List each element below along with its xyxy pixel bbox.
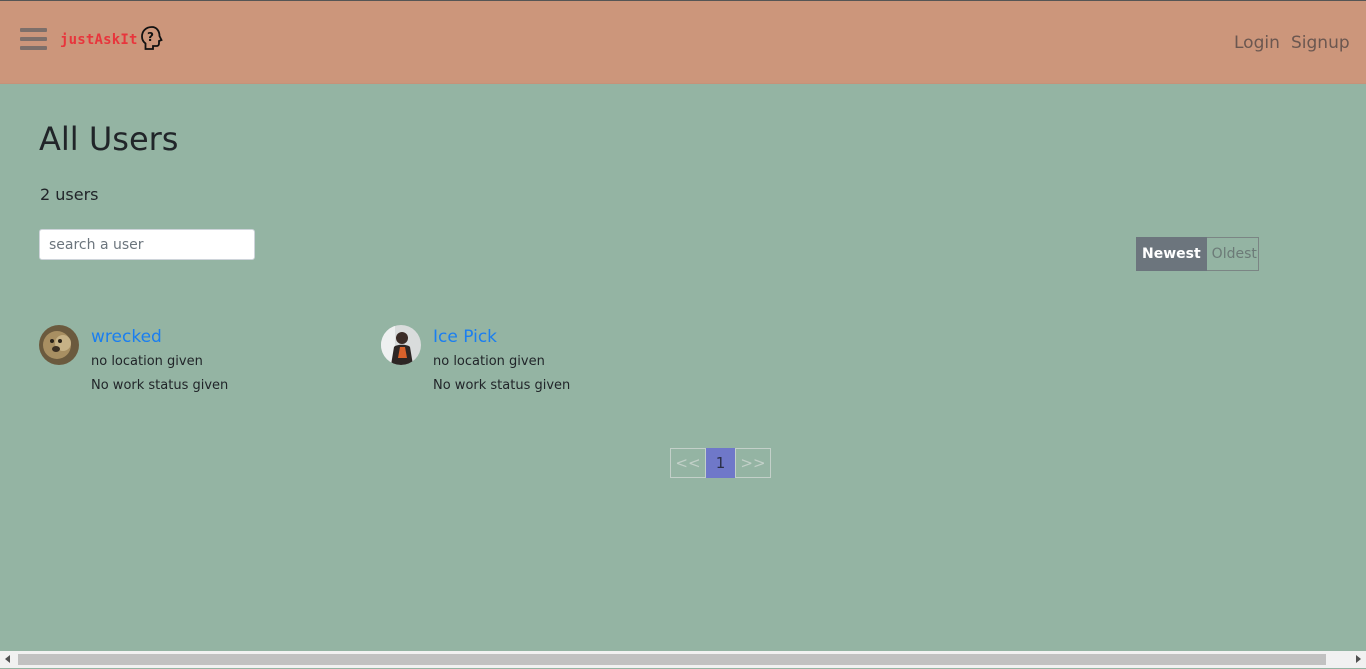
horizontal-scrollbar[interactable]	[0, 651, 1366, 668]
pagination: << 1 >>	[670, 448, 771, 478]
top-navbar: justAskIt ? Login Signup	[0, 0, 1366, 84]
avatar[interactable]	[39, 325, 79, 365]
signup-link[interactable]: Signup	[1291, 33, 1350, 53]
user-name-link[interactable]: Ice Pick	[433, 327, 497, 347]
user-location: no location given	[433, 354, 545, 369]
scroll-left-icon[interactable]	[5, 655, 10, 663]
page-title: All Users	[39, 120, 179, 158]
login-link[interactable]: Login	[1234, 33, 1280, 53]
brand-name: justAskIt	[60, 32, 138, 48]
sort-toggle: Newest Oldest	[1136, 237, 1259, 271]
sort-newest-button[interactable]: Newest	[1136, 237, 1207, 271]
sort-oldest-button[interactable]: Oldest	[1206, 237, 1259, 271]
avatar[interactable]	[381, 325, 421, 365]
prev-page-button[interactable]: <<	[670, 448, 706, 478]
brand-logo[interactable]: justAskIt ?	[60, 26, 164, 51]
user-count: 2 users	[40, 185, 99, 204]
next-page-button[interactable]: >>	[735, 448, 771, 478]
user-name-link[interactable]: wrecked	[91, 327, 162, 347]
user-location: no location given	[91, 354, 203, 369]
question-head-icon: ?	[140, 26, 163, 50]
hamburger-menu-icon[interactable]	[20, 28, 47, 52]
scroll-right-icon[interactable]	[1356, 655, 1361, 663]
scrollbar-thumb[interactable]	[18, 654, 1326, 665]
user-work-status: No work status given	[91, 378, 229, 393]
user-work-status: No work status given	[433, 378, 571, 393]
current-page-button[interactable]: 1	[706, 448, 735, 478]
svg-text:?: ?	[147, 30, 154, 44]
search-user-input[interactable]	[39, 229, 255, 260]
